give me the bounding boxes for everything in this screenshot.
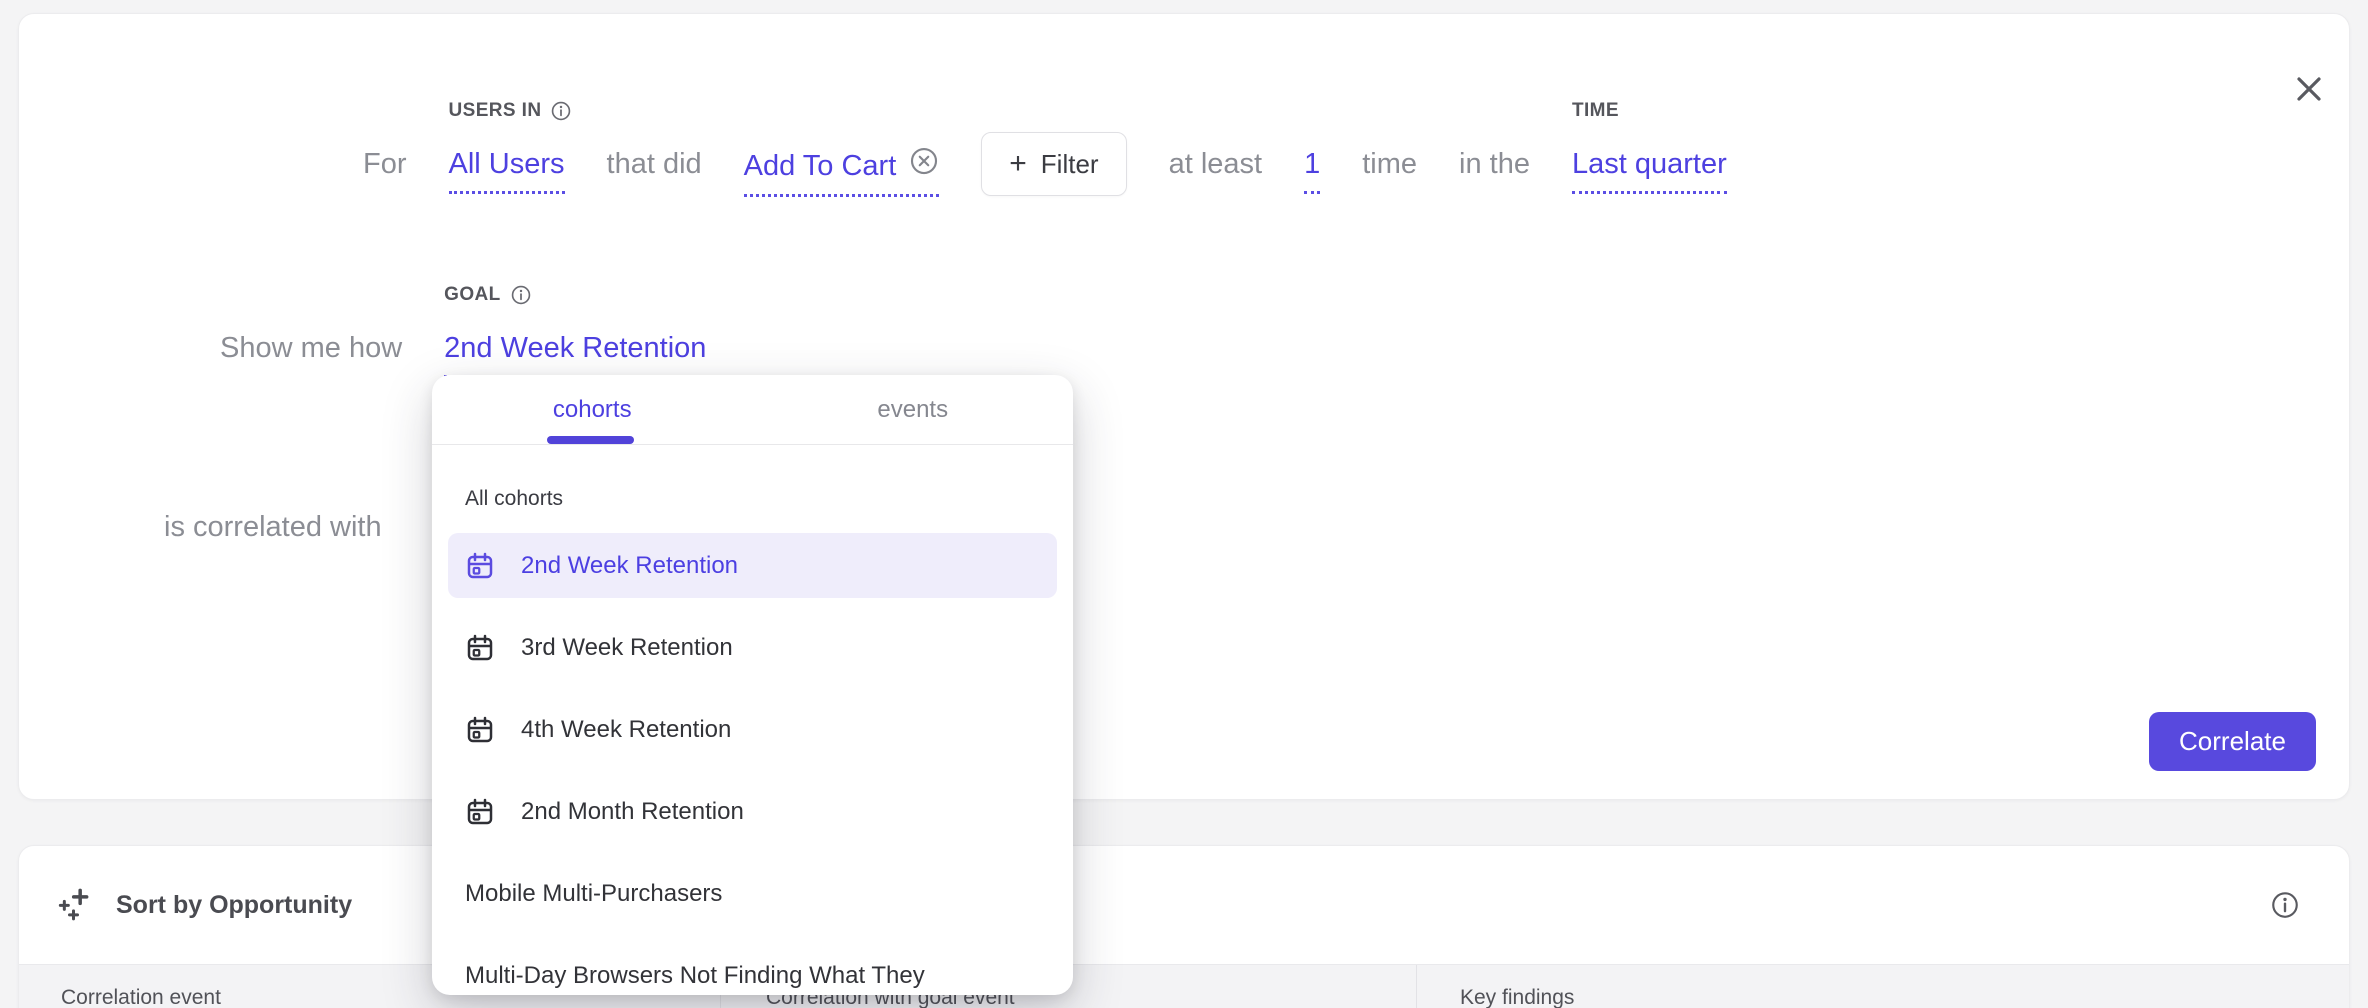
cohort-section-label: All cohorts (465, 487, 1073, 511)
plus-icon: + (1009, 149, 1027, 179)
cohort-label: 2nd Week Retention (521, 552, 738, 580)
column-divider (1416, 965, 1417, 1008)
list-item-cohort[interactable]: Multi-Day Browsers Not Finding What They (448, 943, 1057, 995)
list-item-cohort[interactable]: 4th Week Retention (448, 697, 1057, 762)
calendar-icon (465, 715, 495, 745)
remove-event-icon[interactable] (909, 146, 939, 185)
correlation-builder-card: For USERS IN All Users that did Add To C… (18, 13, 2350, 800)
dropdown-tab-bar: cohorts events (432, 375, 1073, 445)
results-table-header: Correlation event Correlation with goal … (19, 964, 2349, 1008)
info-icon (510, 284, 532, 306)
cohort-label: Multi-Day Browsers Not Finding What They (465, 962, 925, 990)
for-word: For (363, 146, 407, 182)
query-row-correlated: is correlated with (164, 509, 382, 545)
users-in-label: USERS IN (449, 100, 573, 122)
calendar-icon (465, 551, 495, 581)
query-row-goal: Show me how GOAL 2nd Week Retention (220, 330, 706, 378)
results-card: Sort by Opportunity Correlation event Co… (18, 845, 2350, 1008)
sort-by-opportunity-control[interactable]: Sort by Opportunity (56, 846, 352, 964)
tab-cohorts[interactable]: cohorts (432, 375, 753, 444)
filter-button-label: Filter (1041, 149, 1099, 180)
goal-picker-dropdown: cohorts events All cohorts 2nd Week Rete… (432, 375, 1073, 995)
results-info-icon[interactable] (2270, 890, 2300, 920)
count-input[interactable]: 1 (1304, 146, 1320, 194)
cohort-label: Mobile Multi-Purchasers (465, 880, 722, 908)
list-item-cohort[interactable]: 3rd Week Retention (448, 615, 1057, 680)
sort-by-opportunity-label: Sort by Opportunity (116, 891, 352, 920)
time-range-term: TIME Last quarter (1572, 146, 1727, 194)
time-label: TIME (1572, 100, 1619, 122)
is-correlated-with-word: is correlated with (164, 509, 382, 545)
active-tab-indicator (547, 436, 634, 444)
cohort-label: 2nd Month Retention (521, 798, 744, 826)
list-item-cohort[interactable]: 2nd Week Retention (448, 533, 1057, 598)
add-filter-button[interactable]: + Filter (981, 132, 1126, 196)
cohort-label: 3rd Week Retention (521, 634, 733, 662)
goal-dropdown[interactable]: 2nd Week Retention (444, 330, 706, 378)
count-term: 1 (1304, 146, 1320, 194)
users-in-term: USERS IN All Users (449, 146, 565, 194)
correlate-button[interactable]: Correlate (2149, 712, 2316, 771)
column-header-key-findings[interactable]: Key findings (1460, 986, 1574, 1008)
time-range-dropdown[interactable]: Last quarter (1572, 146, 1727, 194)
goal-term: GOAL 2nd Week Retention (444, 330, 706, 378)
close-icon[interactable] (2291, 71, 2327, 107)
tab-events[interactable]: events (753, 375, 1074, 444)
info-icon (550, 100, 572, 122)
list-item-cohort[interactable]: Mobile Multi-Purchasers (448, 861, 1057, 926)
results-topbar: Sort by Opportunity (19, 846, 2349, 964)
time-word: time (1362, 146, 1417, 182)
sort-opportunity-icon (56, 885, 96, 925)
users-dropdown[interactable]: All Users (449, 146, 565, 194)
query-row-users: For USERS IN All Users that did Add To C… (363, 146, 1727, 197)
list-item-cohort[interactable]: 2nd Month Retention (448, 779, 1057, 844)
goal-label: GOAL (444, 284, 532, 306)
event-term: Add To Cart (744, 146, 940, 197)
that-did-word: that did (607, 146, 702, 182)
event-name[interactable]: Add To Cart (744, 148, 897, 184)
calendar-icon (465, 797, 495, 827)
at-least-word: at least (1169, 146, 1263, 182)
in-the-word: in the (1459, 146, 1530, 182)
event-dropdown[interactable]: Add To Cart (744, 146, 940, 197)
cohort-list: 2nd Week Retention 3rd Week Retention 4t… (432, 533, 1073, 995)
cohort-label: 4th Week Retention (521, 716, 731, 744)
column-header-correlation-event[interactable]: Correlation event (61, 986, 221, 1008)
show-me-how-word: Show me how (220, 330, 402, 366)
calendar-icon (465, 633, 495, 663)
